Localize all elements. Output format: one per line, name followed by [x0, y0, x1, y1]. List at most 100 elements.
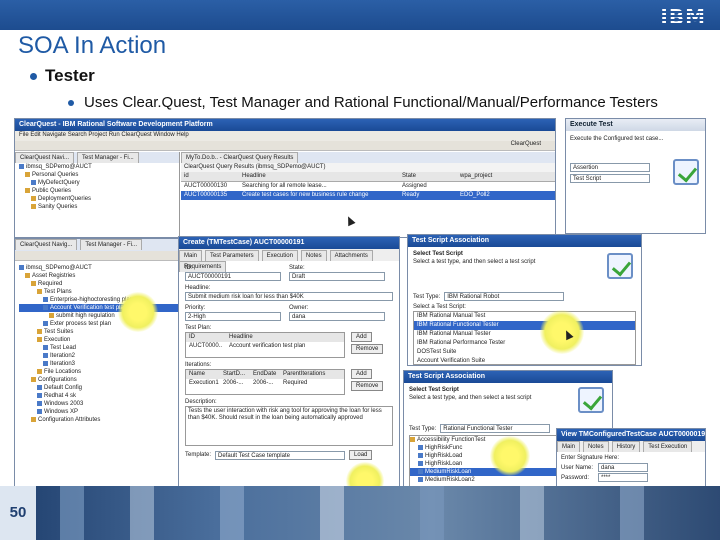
highlight-spot — [490, 436, 530, 476]
remove-button[interactable]: Remove — [351, 381, 384, 391]
list-item[interactable]: IBM Rational Manual Tester — [414, 330, 635, 339]
tab-execution[interactable]: Execution — [261, 250, 298, 261]
tree-item[interactable]: Configuration Attributes — [19, 416, 179, 424]
tree-item[interactable]: Redhat 4 sk — [19, 392, 179, 400]
tree-item[interactable]: File Locations — [19, 368, 179, 376]
tab-history[interactable]: History — [611, 441, 641, 452]
tab-test-manager[interactable]: Test Manager - Fi... — [76, 152, 139, 163]
password-field[interactable]: **** — [598, 473, 648, 482]
template-select[interactable]: Default Test Case template — [215, 450, 346, 460]
tab-notes[interactable]: Notes — [582, 441, 609, 452]
menu-bar[interactable]: File Edit Navigate Search Project Run Cl… — [15, 131, 555, 141]
column-header[interactable]: ID — [186, 333, 226, 342]
tree-item[interactable]: Windows XP — [19, 408, 179, 416]
list-item[interactable]: Account Verification Suite — [414, 357, 635, 365]
folder-icon — [31, 195, 36, 201]
list-item[interactable]: IBM Rational Manual Test — [414, 312, 635, 321]
tree-item[interactable]: Test Plans — [19, 288, 179, 296]
config-icon — [37, 384, 42, 390]
column-header[interactable]: Headline — [239, 172, 399, 181]
tab-test-manager[interactable]: Test Manager - Fi... — [80, 239, 142, 250]
tree-item[interactable]: Test Suites — [19, 328, 179, 336]
script-icon — [418, 468, 423, 474]
priority-select[interactable]: 2-High — [185, 312, 281, 321]
view-configured-testcase-window: View TMConfiguredTestCase AUCT00000192 (… — [556, 428, 706, 488]
decorative-tile — [320, 486, 344, 540]
list-item[interactable]: Assertion — [570, 163, 650, 172]
column-header[interactable]: ParentIterations — [280, 370, 344, 379]
table-row[interactable]: Execution1 2006-... 2006-... Required — [186, 379, 344, 388]
tab-clearquest-navigator[interactable]: ClearQuest Navig... — [15, 239, 78, 250]
column-header[interactable]: StartD... — [220, 370, 250, 379]
query-tree[interactable]: ibmsq_SDPemo@AUCT Personal Queries MyDef… — [15, 163, 179, 211]
list-item-selected[interactable]: IBM Rational Functional Tester — [414, 321, 635, 330]
tree-item[interactable]: ibmsq_SDPemo@AUCT — [19, 163, 179, 171]
description-textarea[interactable]: Tests the user interaction with risk ang… — [185, 406, 393, 446]
checkmark-icon — [578, 387, 604, 413]
test-type-select[interactable]: Rational Functional Tester — [440, 424, 551, 433]
toolbar[interactable]: ClearQuest — [15, 141, 555, 151]
tree-item[interactable]: Iteration3 — [19, 360, 179, 368]
tree-item[interactable]: Configurations — [19, 376, 179, 384]
iteration-icon — [43, 352, 48, 358]
tree-item[interactable]: MyDefectQuery — [19, 179, 179, 187]
add-button[interactable]: Add — [351, 369, 372, 379]
database-icon — [19, 163, 24, 169]
column-header[interactable]: EndDate — [250, 370, 280, 379]
select-script-label: Select a Test Script: — [413, 304, 466, 310]
script-list[interactable]: IBM Rational Manual Test IBM Rational Fu… — [413, 311, 636, 365]
headline-field[interactable]: Submit medium risk loan for less than $4… — [185, 292, 393, 301]
decorative-tile — [620, 486, 644, 540]
dialog-description: Select a test type, and then select a te… — [413, 259, 536, 265]
folder-icon — [37, 336, 42, 342]
tree-item[interactable]: Asset Registries — [19, 272, 179, 280]
window-titlebar: Create (TMTestCase) AUCT00000191 — [179, 237, 399, 249]
list-item[interactable]: IBM Rational Performance Tester — [414, 339, 635, 348]
query-icon — [31, 179, 36, 185]
tab-clearquest-navigator[interactable]: ClearQuest Navi... — [15, 152, 75, 163]
plan-icon — [43, 320, 48, 326]
owner-select[interactable]: dana — [289, 312, 385, 321]
tree-item[interactable]: Execution — [19, 336, 179, 344]
column-header[interactable]: Name — [186, 370, 220, 379]
tab-test-execution[interactable]: Test Execution — [643, 441, 693, 452]
tree-item[interactable]: Windows 2003 — [19, 400, 179, 408]
test-type-select[interactable]: IBM Rational Robot — [444, 292, 565, 301]
table-row[interactable]: AUCT0000.. Account verification test pla… — [186, 342, 344, 351]
toolbar[interactable] — [15, 251, 183, 261]
add-button[interactable]: Add — [351, 332, 372, 342]
tree-item[interactable]: DeploymentQueries — [19, 195, 179, 203]
remove-button[interactable]: Remove — [351, 344, 384, 354]
tree-item[interactable]: Test Lead — [19, 344, 179, 352]
user-name-field[interactable]: dana — [598, 463, 648, 472]
tree-item[interactable]: Sanity Queries — [19, 203, 179, 211]
bullet-level2: Uses Clear.Quest, Test Manager and Ratio… — [68, 94, 658, 111]
column-header[interactable]: wpa_project — [457, 172, 537, 181]
tree-item[interactable]: ibmsq_SDPemo@AUCT — [19, 264, 179, 272]
tab-main[interactable]: Main — [179, 250, 203, 261]
tree-item[interactable]: Required — [19, 280, 179, 288]
tree-item[interactable]: Public Queries — [19, 187, 179, 195]
tab-main[interactable]: Main — [557, 441, 581, 452]
tab-query-results[interactable]: MyTo.Do.b.. - ClearQuest Query Results — [181, 152, 299, 163]
list-item[interactable]: Test Script — [570, 174, 650, 183]
execute-description: Execute the Configured test case... — [570, 136, 664, 142]
dialog-subtitle: Select Test Script — [413, 251, 463, 257]
asset-tree[interactable]: ibmsq_SDPemo@AUCT Asset Registries Requi… — [15, 261, 183, 427]
column-header[interactable]: State — [399, 172, 457, 181]
tab-test-parameters[interactable]: Test Parameters — [204, 250, 259, 261]
perspective-button[interactable]: ClearQuest — [511, 141, 541, 147]
load-button[interactable]: Load — [349, 450, 373, 460]
tree-item[interactable]: Iteration2 — [19, 352, 179, 360]
script-icon — [418, 476, 423, 482]
tree-item[interactable]: Personal Queries — [19, 171, 179, 179]
column-header[interactable]: Headline — [226, 333, 344, 342]
list-item[interactable]: DOSTest Suite — [414, 348, 635, 357]
table-row[interactable]: AUCT00000130 Searching for all remote le… — [181, 182, 555, 191]
table-row-selected[interactable]: AUCT00000135 Create test cases for new b… — [181, 191, 555, 200]
tab-notes[interactable]: Notes — [300, 250, 327, 261]
tab-attachments[interactable]: Attachments — [329, 250, 373, 261]
column-header[interactable]: id — [181, 172, 239, 181]
folder-icon — [31, 203, 36, 209]
tree-item[interactable]: Default Config — [19, 384, 179, 392]
